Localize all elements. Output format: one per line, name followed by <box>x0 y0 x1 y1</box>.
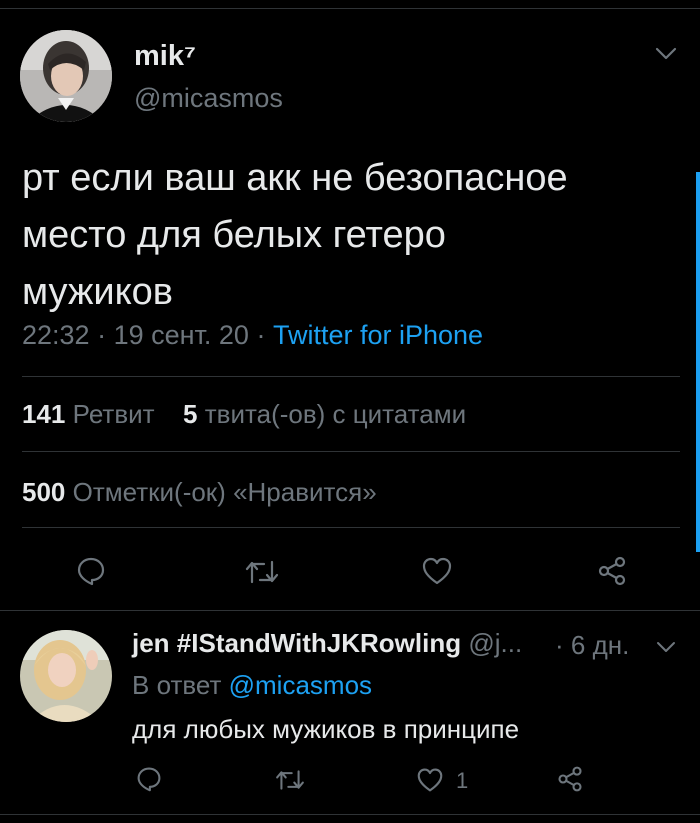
meta-divider <box>22 376 680 377</box>
quote-count-label: твита(-ов) с цитатами <box>204 399 467 429</box>
reply-to-handle[interactable]: @micasmos <box>229 670 372 700</box>
reply-handle[interactable]: @j... <box>468 628 522 658</box>
author-handle[interactable]: @micasmos <box>134 83 283 114</box>
quote-count-number: 5 <box>183 399 198 429</box>
like-count-number: 500 <box>22 477 66 507</box>
reply-time-separator: · <box>555 630 571 660</box>
share-icon[interactable] <box>596 555 628 587</box>
meta-separator: · <box>248 320 273 350</box>
reply-like-icon[interactable] <box>416 767 444 793</box>
author-avatar[interactable] <box>20 30 112 122</box>
reply-reply-icon[interactable] <box>136 766 162 792</box>
top-divider <box>0 8 700 9</box>
reply-to-label: В ответ <box>132 670 222 700</box>
reply-like-count: 1 <box>456 768 469 793</box>
retweet-icon[interactable] <box>245 558 279 586</box>
tweet-text-line: место для белых гетеро <box>22 214 446 256</box>
engagement-row-retweets: 141 Ретвит 5 твита(-ов) с цитатами <box>22 399 466 430</box>
reply-share-icon[interactable] <box>556 765 584 793</box>
reply-retweet-icon[interactable] <box>275 768 305 792</box>
retweets-divider <box>22 451 680 452</box>
likes-divider <box>22 527 680 528</box>
reply-icon[interactable] <box>76 556 106 586</box>
chevron-down-icon[interactable] <box>654 46 678 62</box>
tweet-text-line: мужиков <box>22 271 173 313</box>
like-icon[interactable] <box>421 556 453 586</box>
meta-separator: · <box>89 320 114 350</box>
engagement-row-likes[interactable]: 500 Отметки(-ок) «Нравится» <box>22 477 377 508</box>
tweet-text: рт если ваш акк не безопасное место для … <box>22 150 568 321</box>
retweet-count-label: Ретвит <box>72 399 155 429</box>
tweet-meta: 22:32 · 19 сент. 20 · Twitter for iPhone <box>22 320 483 351</box>
reply-avatar-image <box>20 630 112 722</box>
reply-display-name[interactable]: jen #IStandWithJKRowling <box>132 628 461 658</box>
reply-chevron-down-icon[interactable] <box>655 640 677 654</box>
reply-time: · 6 дн. <box>555 630 629 661</box>
reply-to-line: В ответ @micasmos <box>132 670 372 701</box>
retweet-count-number: 141 <box>22 399 66 429</box>
quote-count[interactable]: 5 твита(-ов) с цитатами <box>183 399 466 429</box>
reply-time-text: 6 дн. <box>570 630 630 660</box>
tweet-text-line: рт если ваш акк не безопасное <box>22 157 568 199</box>
tweet-date: 19 сент. 20 <box>113 320 249 350</box>
reply-author-avatar[interactable] <box>20 630 112 722</box>
tweet-divider <box>0 610 700 611</box>
retweet-count[interactable]: 141 Ретвит <box>22 399 155 429</box>
like-count-label: Отметки(-ок) «Нравится» <box>72 477 377 507</box>
author-display-name[interactable]: mik⁷ <box>134 40 196 73</box>
scrollbar[interactable] <box>696 172 700 552</box>
avatar-image <box>20 30 112 122</box>
tweet-time: 22:32 <box>22 320 90 350</box>
reply-author-row: jen #IStandWithJKRowling @j... <box>132 628 522 659</box>
reply-text: для любых мужиков в принципе <box>132 714 520 744</box>
bottom-divider <box>0 814 700 815</box>
tweet-source-link[interactable]: Twitter for iPhone <box>273 320 483 350</box>
